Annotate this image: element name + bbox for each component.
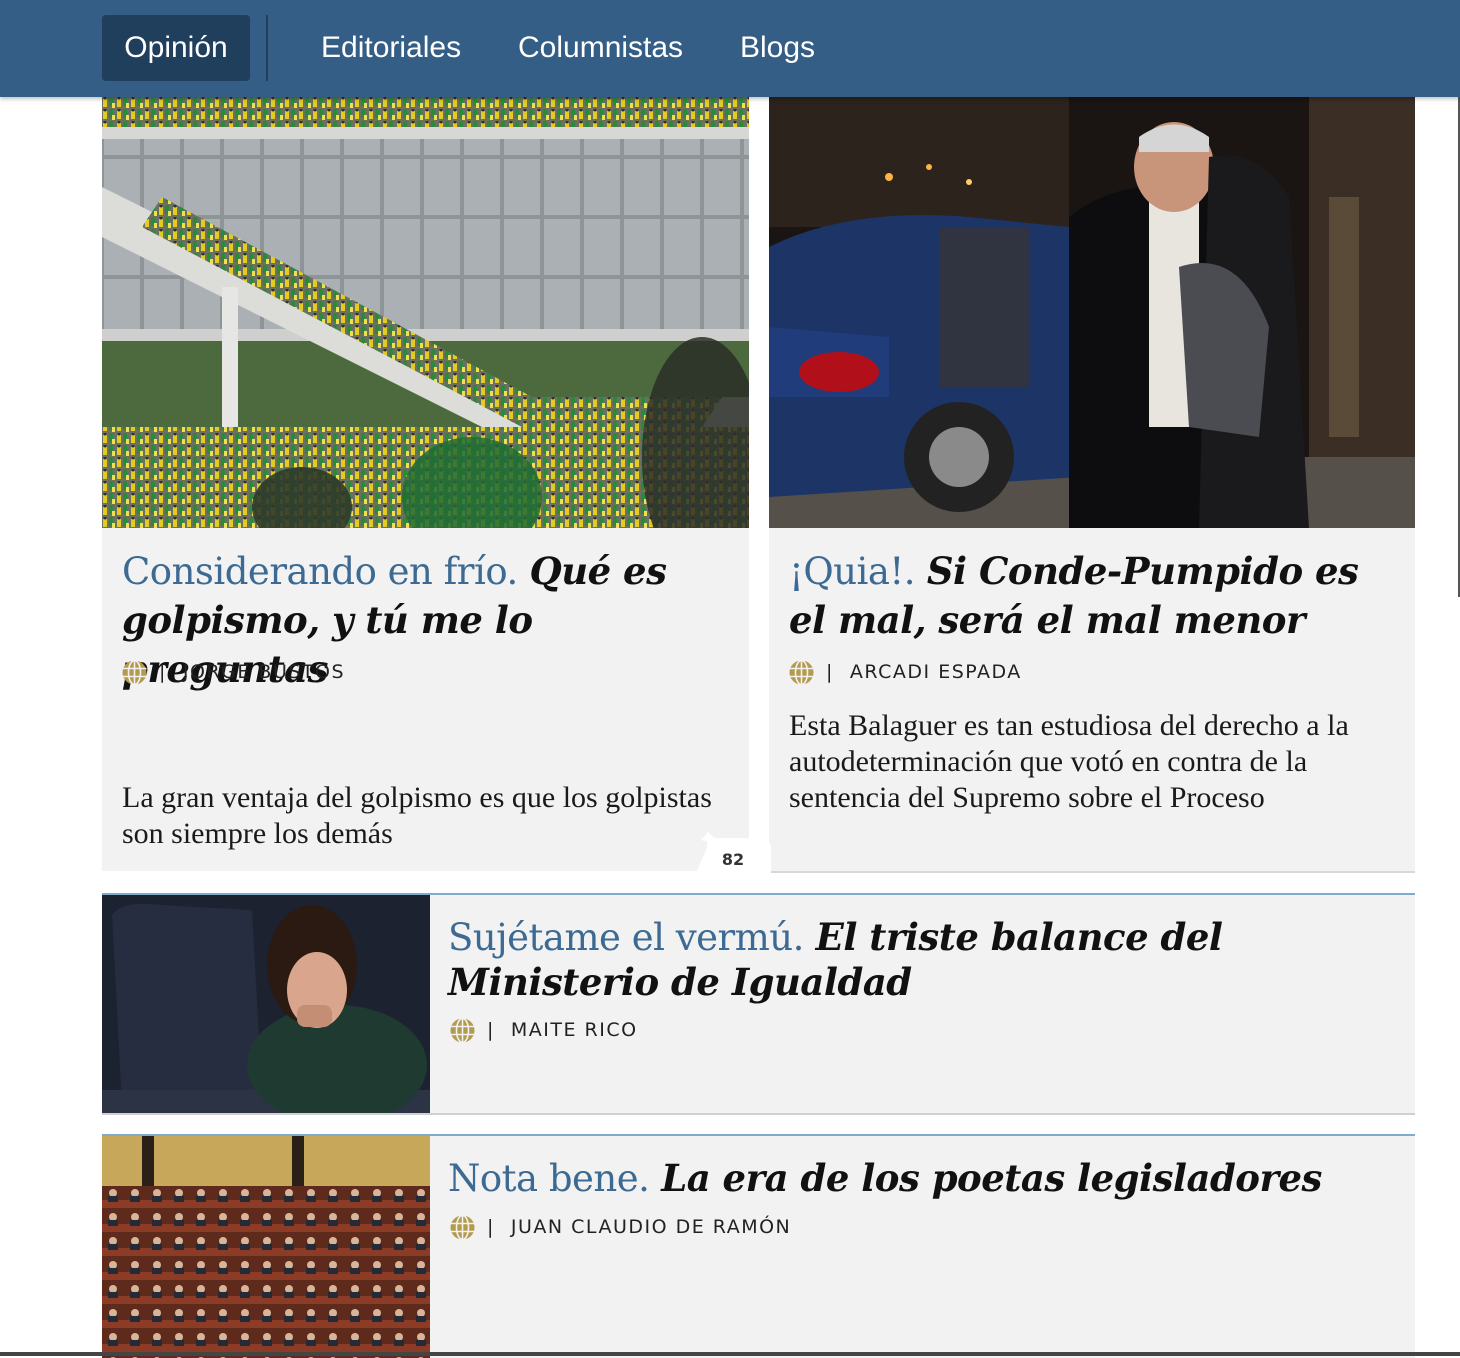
byline-separator: | — [159, 661, 167, 683]
globe-icon — [122, 659, 147, 685]
globe-icon — [450, 1214, 475, 1240]
article-image-protesters[interactable] — [102, 97, 749, 528]
window-bottom-edge — [0, 1352, 1460, 1356]
article-card-conde-pumpido[interactable]: ¡Quia!. Si Conde-Pumpido es el mal, será… — [769, 97, 1415, 873]
author-link[interactable]: JUAN CLAUDIO DE RAMÓN — [511, 1214, 791, 1240]
nav-tab-editoriales[interactable]: Editoriales — [321, 15, 461, 81]
article-card-poetas-legisladores[interactable]: Nota bene. La era de los poetas legislad… — [102, 1134, 1415, 1358]
article-headline[interactable]: ¡Quia!. Si Conde-Pumpido es el mal, será… — [789, 547, 1404, 645]
article-image-tuxedo-man[interactable] — [769, 97, 1415, 528]
article-kicker: ¡Quia!. — [789, 550, 916, 593]
author-link[interactable]: MAITE RICO — [511, 1017, 638, 1043]
comments-badge[interactable]: 82 — [695, 830, 771, 875]
article-image-minister[interactable] — [102, 895, 430, 1113]
article-byline: | ARCADI ESPADA — [789, 659, 1022, 685]
comments-count: 82 — [721, 850, 745, 869]
article-summary: La gran ventaja del golpismo es que los … — [122, 781, 712, 850]
article-headline[interactable]: Nota bene. La era de los poetas legislad… — [448, 1156, 1388, 1201]
article-kicker: Sujétame el vermú. — [448, 916, 804, 959]
byline-separator: | — [487, 1216, 495, 1238]
globe-icon — [450, 1017, 475, 1043]
globe-icon — [789, 659, 814, 685]
byline-separator: | — [487, 1019, 495, 1041]
author-link[interactable]: ARCADI ESPADA — [850, 659, 1022, 685]
byline-separator: | — [826, 661, 834, 683]
article-summary: Esta Balaguer es tan estudiosa del derec… — [789, 709, 1349, 814]
author-link[interactable]: JORGE BUSTOS — [183, 659, 345, 685]
article-card-ministerio-igualdad[interactable]: Sujétame el vermú. El triste balance del… — [102, 893, 1415, 1115]
article-card-golpismo[interactable]: Considerando en frío. Qué es golpismo, y… — [102, 97, 749, 871]
article-kicker: Nota bene. — [448, 1157, 650, 1200]
article-kicker: Considerando en frío. — [122, 550, 518, 593]
article-byline: | MAITE RICO — [450, 1017, 638, 1043]
nav-divider — [266, 15, 268, 81]
article-headline[interactable]: Sujétame el vermú. El triste balance del… — [448, 915, 1388, 1005]
article-byline: | JUAN CLAUDIO DE RAMÓN — [450, 1214, 791, 1240]
article-byline: | JORGE BUSTOS — [122, 659, 345, 685]
article-image-congress[interactable] — [102, 1136, 430, 1358]
opinion-nav-bar: Opinión Editoriales Columnistas Blogs — [0, 0, 1460, 97]
article-title: La era de los poetas legisladores — [661, 1156, 1322, 1200]
nav-tab-blogs[interactable]: Blogs — [740, 15, 815, 81]
nav-tab-columnistas[interactable]: Columnistas — [518, 15, 683, 81]
nav-tab-opinion[interactable]: Opinión — [102, 15, 250, 81]
